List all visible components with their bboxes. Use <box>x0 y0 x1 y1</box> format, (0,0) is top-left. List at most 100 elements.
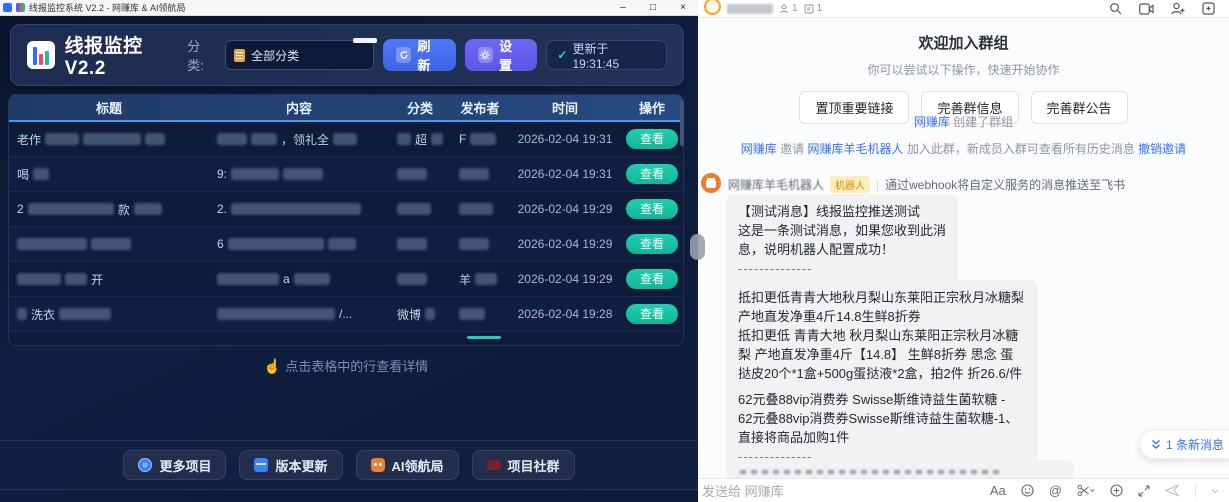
cell-time: 2026-02-04 19:29 <box>509 227 621 261</box>
ai-pilot-button[interactable]: AI领航局 <box>356 450 459 480</box>
created-text: 创建了群组 <box>950 115 1013 129</box>
bot-name: 网赚库羊毛机器人 <box>728 176 824 193</box>
hint-text: 点击表格中的行查看详情 <box>285 359 428 374</box>
bot-description: 通过webhook将自定义服务的消息推送至飞书 <box>885 176 1125 193</box>
topic-count[interactable]: 1 <box>804 3 823 14</box>
sidebar-collapse-handle[interactable] <box>690 234 705 260</box>
screen: 线报监控系统 V2.2 - 网赚库 & AI领航局 – □ × 线报监控 V2.… <box>0 0 1229 502</box>
app-chart-icon <box>16 3 25 12</box>
invitee-link[interactable]: 网赚库羊毛机器人 <box>807 142 903 156</box>
mention-icon[interactable]: @ <box>1049 483 1062 498</box>
globe-icon <box>138 458 152 472</box>
cell-publisher: 羊 <box>459 271 471 288</box>
member-count-value: 1 <box>792 3 798 14</box>
cell-category: 微博 <box>397 306 421 323</box>
view-button[interactable]: 查看 <box>626 234 678 254</box>
view-button[interactable]: 查看 <box>626 304 678 324</box>
screenshot-scissors-icon[interactable] <box>1077 484 1095 497</box>
category-label: 分类: <box>187 36 216 74</box>
col-title: 标题 <box>9 95 209 120</box>
table-row[interactable]: 老作 ，领礼全 超 F 2026-02-04 19:31 查看 <box>9 122 683 157</box>
refresh-label: 刷新 <box>417 36 442 74</box>
revoke-invite-link[interactable]: 撤销邀请 <box>1138 142 1186 156</box>
col-time: 时间 <box>509 95 621 120</box>
cell-title-2: 款 <box>118 201 130 218</box>
table-row[interactable]: 开 a 羊 2026-02-04 19:29 查看 <box>9 262 683 297</box>
new-message-badge[interactable]: 1 条新消息 <box>1140 430 1229 459</box>
refresh-button[interactable]: 刷新 <box>383 39 456 71</box>
view-button[interactable]: 查看 <box>626 129 678 149</box>
emoji-icon[interactable] <box>1021 484 1034 497</box>
more-projects-button[interactable]: 更多项目 <box>123 450 226 480</box>
cell-content: /... <box>339 307 352 321</box>
box-icon <box>254 458 268 472</box>
ai-pilot-label: AI领航局 <box>392 456 444 475</box>
table-header-row: 标题 内容 分类 发布者 时间 操作 <box>9 95 683 122</box>
window-titlebar: 线报监控系统 V2.2 - 网赚库 & AI领航局 – □ × <box>0 0 698 16</box>
cell-content: a <box>283 272 290 286</box>
system-message-invite: 网赚库 邀请 网赚库羊毛机器人 加入此群，新成员入群可查看所有历史消息 撤销邀请 <box>698 140 1229 157</box>
table-row[interactable]: 2款 2. 2026-02-04 19:29 查看 <box>9 192 683 227</box>
expand-icon[interactable] <box>1138 485 1150 497</box>
version-update-button[interactable]: 版本更新 <box>239 450 342 480</box>
table-row[interactable]: 6 2026-02-04 19:29 查看 <box>9 227 683 262</box>
taskbar-app-icon <box>3 3 12 12</box>
divider: | <box>876 178 879 192</box>
welcome-block: 欢迎加入群组 你可以尝试以下操作，快速开始协作 置顶重要链接 完善群信息 完善群… <box>698 32 1229 124</box>
add-member-icon[interactable] <box>1171 2 1185 15</box>
message-composer[interactable]: 发送给 网赚库 Aa @ <box>698 478 1229 502</box>
creator-link[interactable]: 网赚库 <box>914 115 950 129</box>
col-publisher: 发布者 <box>451 95 509 120</box>
minimize-button[interactable]: – <box>608 0 638 16</box>
table-row[interactable]: 洗衣 /... 微博 2026-02-04 19:28 查看 <box>9 297 683 332</box>
message-line: 62元叠88vip消费券Swisse斯维诗益生菌软糖-1、直接将商品加购1件 <box>738 409 1026 447</box>
community-button[interactable]: 项目社群 <box>472 450 575 480</box>
cell-time: 2026-02-04 19:31 <box>509 157 621 191</box>
cell-time: 2026-02-04 19:29 <box>509 192 621 226</box>
video-call-icon[interactable] <box>1139 3 1154 15</box>
window-title: 线报监控系统 V2.2 - 网赚库 & AI领航局 <box>29 1 186 14</box>
search-icon[interactable] <box>1109 2 1122 15</box>
settings-button[interactable]: 设置 <box>465 39 538 71</box>
message-divider: -------------- <box>738 259 946 278</box>
category-select[interactable]: 全部分类 <box>225 40 374 70</box>
view-button[interactable]: 查看 <box>626 199 678 219</box>
plus-circle-icon[interactable] <box>1110 484 1123 497</box>
group-name-redacted <box>727 4 773 14</box>
col-action: 操作 <box>621 95 683 120</box>
chat-header: 1 1 <box>698 0 1229 18</box>
settings-label: 设置 <box>499 36 524 74</box>
bot-avatar[interactable] <box>701 173 721 193</box>
table-hint: ☝点击表格中的行查看详情 <box>8 356 684 375</box>
divider <box>1195 485 1196 497</box>
send-options-chevron-icon[interactable] <box>1211 488 1219 494</box>
double-chevron-down-icon <box>1151 439 1161 450</box>
member-count[interactable]: 1 <box>779 3 798 14</box>
view-button[interactable]: 查看 <box>626 269 678 289</box>
send-icon[interactable] <box>1165 484 1180 497</box>
table-row[interactable]: 喝 9: 2026-02-04 19:31 查看 <box>9 157 683 192</box>
chat-settings-icon[interactable] <box>1202 2 1215 15</box>
group-avatar[interactable] <box>704 0 721 15</box>
close-button[interactable]: × <box>668 0 698 16</box>
redacted-dotted-text <box>740 470 1000 474</box>
version-update-label: 版本更新 <box>275 456 327 475</box>
maximize-button[interactable]: □ <box>638 0 668 16</box>
text-format-icon[interactable]: Aa <box>990 483 1006 498</box>
app-title: 线报监控 V2.2 <box>65 31 188 80</box>
select-indicator <box>353 38 377 43</box>
invite-text: 加入此群，新成员入群可查看所有历史消息 <box>904 142 1139 156</box>
community-label: 项目社群 <box>508 456 560 475</box>
cell-title: 开 <box>91 271 103 288</box>
updated-time-label: 更新于 19:31:45 <box>572 40 656 71</box>
view-button[interactable]: 查看 <box>626 164 678 184</box>
composer-placeholder: 发送给 网赚库 <box>702 481 784 500</box>
deals-table: 标题 内容 分类 发布者 时间 操作 老作 ，领礼全 超 F 2026-02-0… <box>8 94 684 346</box>
cell-content: 6 <box>217 237 224 251</box>
inviter-link[interactable]: 网赚库 <box>741 142 777 156</box>
scrollbar-thumb[interactable] <box>680 100 684 146</box>
cell-content: 2. <box>217 202 227 216</box>
invite-verb: 邀请 <box>777 142 808 156</box>
system-message-created: 网赚库 创建了群组 <box>698 113 1229 130</box>
message-line: 62元叠88vip消费券 Swisse斯维诗益生菌软糖 - <box>738 390 1026 409</box>
